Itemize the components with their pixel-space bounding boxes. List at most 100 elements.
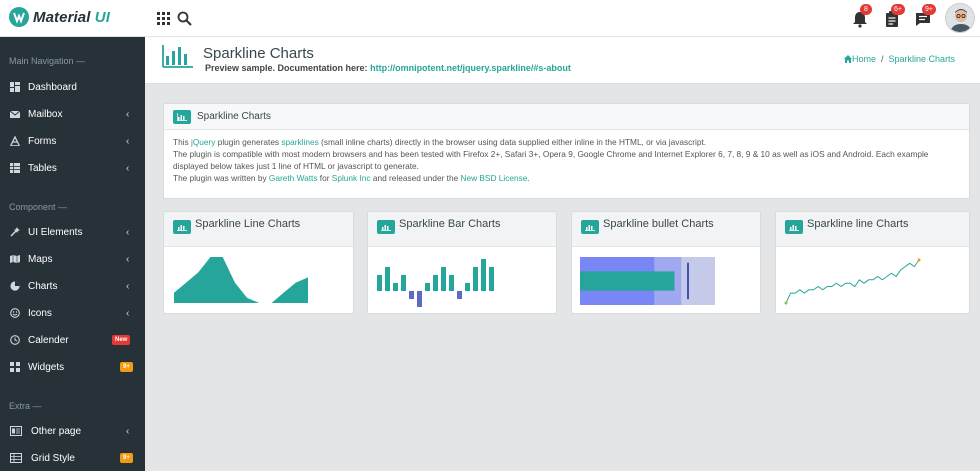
sparkline-bar	[385, 267, 390, 291]
sidebar-item-other-page[interactable]: Other page ‹	[0, 420, 145, 442]
bullet-chart-card: Sparkline bullet Charts	[571, 211, 761, 314]
sidebar-item-tables[interactable]: Tables ‹	[0, 157, 145, 179]
chevron-left-icon: ‹	[126, 253, 130, 265]
brand-name: Material UI	[33, 8, 110, 26]
topbar: Material UI 8 6+ 9+	[0, 0, 980, 37]
sidebar-item-label: Grid Style	[31, 452, 75, 464]
notification-badge: 8	[860, 4, 872, 15]
search-icon[interactable]	[176, 10, 194, 28]
sparkline-bar	[433, 275, 438, 291]
chart-badge-icon	[581, 220, 599, 234]
breadcrumb-home[interactable]: Home	[852, 54, 876, 64]
sidebar-item-label: Tables	[28, 162, 57, 174]
new-badge: New	[112, 335, 131, 345]
intro-panel-title: Sparkline Charts	[197, 111, 271, 122]
user-avatar-image	[946, 4, 974, 32]
sidebar-item-grid-style[interactable]: Grid Style 9+	[0, 447, 145, 469]
author-link[interactable]: Gareth Watts	[269, 173, 318, 183]
intro-line-2: The plugin is compatible with most moder…	[173, 149, 929, 171]
grid-style-icon	[10, 453, 22, 463]
chevron-left-icon: ‹	[126, 162, 130, 174]
apps-grid-icon[interactable]	[155, 10, 173, 28]
page-subtitle: Preview sample. Documentation here: http…	[205, 63, 571, 73]
table-icon	[10, 163, 20, 173]
sidebar-section-component: Component —	[9, 202, 68, 212]
messages-badge: 9+	[922, 4, 936, 15]
card-header: Sparkline Bar Charts	[368, 212, 556, 247]
tasks-badge: 6+	[891, 4, 905, 15]
wand-icon	[10, 227, 20, 237]
chevron-left-icon: ‹	[126, 280, 130, 292]
sidebar-section-extra: Extra —	[9, 401, 42, 411]
sparkline-bullet-chart	[580, 257, 715, 305]
count-badge: 9+	[120, 453, 133, 463]
chart-badge-icon	[173, 109, 191, 124]
jquery-link[interactable]: jQuery	[191, 137, 215, 147]
sparkline-start-spot	[784, 301, 788, 305]
count-badge: 9+	[120, 362, 133, 372]
page-icon	[10, 426, 22, 436]
user-avatar[interactable]	[945, 3, 975, 33]
sparkline-bar	[489, 267, 494, 291]
card-header: Sparkline line Charts	[776, 212, 969, 247]
sparkline-bar	[409, 291, 414, 299]
sidebar-item-calender[interactable]: Calender New	[0, 329, 145, 351]
page-header: Sparkline Charts Preview sample. Documen…	[145, 37, 980, 84]
sparkline-bar	[393, 283, 398, 291]
sidebar-item-label: Forms	[28, 135, 57, 147]
sparkline-bar	[441, 267, 446, 291]
sidebar-item-mailbox[interactable]: Mailbox ‹	[0, 103, 145, 125]
dashboard-icon	[10, 82, 20, 92]
font-icon	[10, 136, 20, 146]
bar-chart-card: Sparkline Bar Charts	[367, 211, 557, 314]
documentation-link[interactable]: http://omnipotent.net/jquery.sparkline/#…	[370, 63, 571, 73]
mail-icon	[10, 110, 20, 118]
line-chart-card: Sparkline Line Charts	[163, 211, 354, 314]
home-icon	[844, 55, 852, 63]
sidebar-item-dashboard[interactable]: Dashboard	[0, 76, 145, 98]
card-title: Sparkline Line Charts	[195, 218, 301, 230]
sidebar-item-forms[interactable]: Forms ‹	[0, 130, 145, 152]
sidebar-item-icons[interactable]: Icons ‹	[0, 302, 145, 324]
sidebar-item-maps[interactable]: Maps ‹	[0, 248, 145, 270]
sparkline-area-chart	[174, 257, 308, 303]
bullet-performance	[580, 271, 675, 291]
page-title: Sparkline Charts	[203, 45, 314, 62]
widgets-icon	[10, 362, 20, 372]
sidebar-item-label: Maps	[28, 253, 53, 265]
sidebar-item-ui-elements[interactable]: UI Elements ‹	[0, 221, 145, 243]
line-chart-card-2: Sparkline line Charts	[775, 211, 970, 314]
bar-chart-icon	[162, 45, 193, 68]
card-title: Sparkline bullet Charts	[603, 218, 714, 230]
card-title: Sparkline Bar Charts	[399, 218, 501, 230]
card-header: Sparkline bullet Charts	[572, 212, 760, 247]
sparkline-bar	[425, 283, 430, 291]
card-header: Sparkline Line Charts	[164, 212, 353, 247]
brand-logo[interactable]: Material UI	[8, 6, 110, 28]
map-icon	[10, 255, 20, 263]
breadcrumb-current: Sparkline Charts	[888, 54, 956, 64]
sidebar-section-main: Main Navigation —	[9, 56, 86, 66]
license-link[interactable]: New BSD License	[461, 173, 528, 183]
sparkline-line	[785, 259, 920, 304]
sidebar-item-charts[interactable]: Charts ‹	[0, 275, 145, 297]
sparkline-end-spot	[917, 258, 921, 262]
clock-icon	[10, 335, 20, 345]
sidebar-item-widgets[interactable]: Widgets 9+	[0, 356, 145, 378]
intro-panel: Sparkline Charts This jQuery plugin gene…	[163, 103, 970, 199]
chevron-left-icon: ‹	[126, 226, 130, 238]
sidebar-item-label: UI Elements	[28, 226, 83, 238]
sidebar-item-label: Icons	[28, 307, 52, 319]
chevron-left-icon: ‹	[126, 425, 130, 437]
chart-badge-icon	[173, 220, 191, 234]
intro-line-3: The plugin was written by Gareth Watts f…	[173, 173, 530, 183]
sidebar-item-label: Calender	[28, 334, 69, 346]
sparkline-bar	[377, 275, 382, 291]
sparklines-link[interactable]: sparklines	[281, 137, 318, 147]
sparkline-bar	[449, 275, 454, 291]
sparkline-bar-chart	[377, 259, 494, 307]
breadcrumb-separator: /	[881, 54, 884, 64]
splunk-link[interactable]: Splunk Inc	[332, 173, 371, 183]
intro-panel-header: Sparkline Charts	[164, 104, 969, 130]
smiley-icon	[10, 308, 20, 318]
